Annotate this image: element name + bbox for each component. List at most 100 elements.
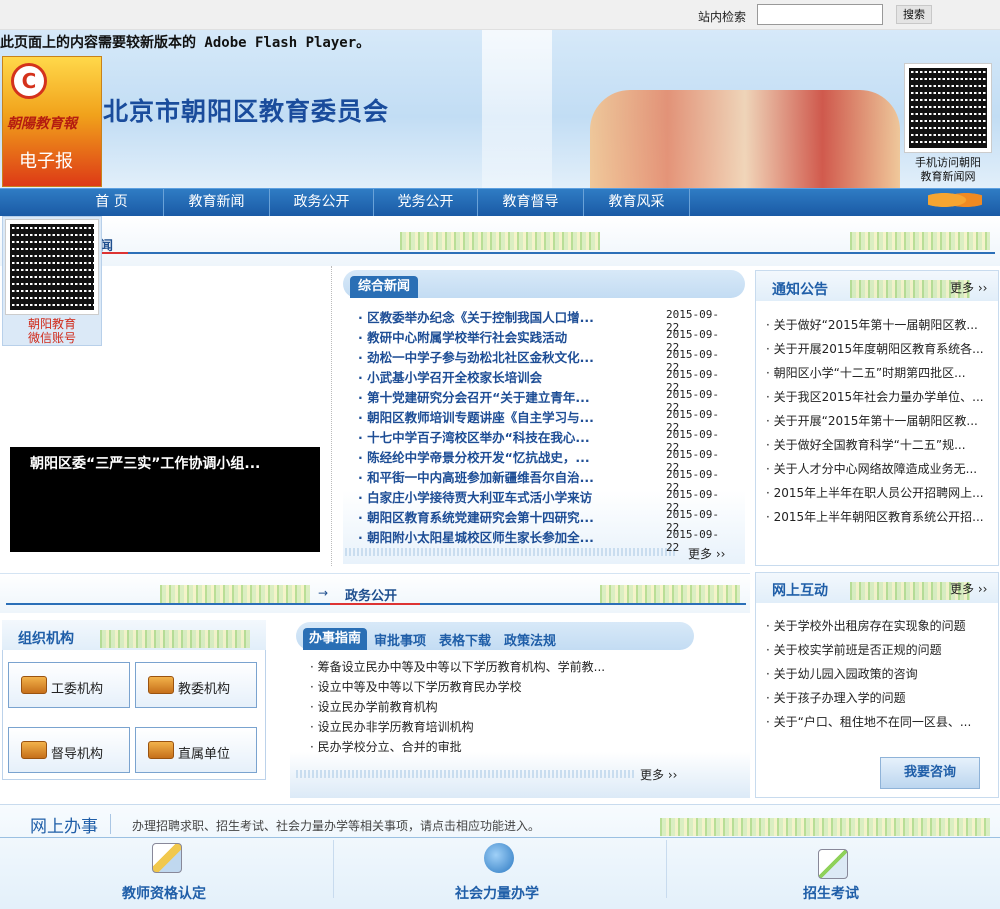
org-button-label: 工委机构	[51, 682, 104, 697]
news-item[interactable]: · 劲松一中学子参与劲松北社区金秋文化... 2015-09-22	[358, 347, 730, 374]
mobile-qr-caption-line1: 手机访问朝阳	[915, 156, 981, 169]
notice-item[interactable]: · 2015年上半年在职人员公开招聘网上...	[766, 484, 986, 501]
guide-item[interactable]: · 筹备设立民办中等及中等以下学历教育机构、学前教...	[310, 658, 610, 675]
news-item[interactable]: · 朝阳区教育系统党建研究会第十四研究... 2015-09-22	[358, 507, 730, 534]
nav-education-gallery[interactable]: 教育风采	[584, 189, 690, 217]
interact-item[interactable]: · 关于幼儿园入园政策的咨询	[766, 665, 986, 682]
org-button-label: 教委机构	[178, 682, 231, 697]
org-title: 组织机构	[18, 631, 74, 647]
news-item[interactable]: · 第十党建研究分会召开“关于建立青年... 2015-09-22	[358, 387, 730, 414]
news-item[interactable]: · 十七中学百子湾校区举办“科技在我心... 2015-09-22	[358, 427, 730, 454]
news-item-title[interactable]: · 教研中心附属学校举行社会实践活动	[358, 327, 614, 346]
document-pen-icon[interactable]	[152, 843, 182, 873]
notice-more-link[interactable]: 更多 ››	[950, 279, 987, 296]
org-button-supervision[interactable]: 督导机构	[8, 727, 130, 773]
notice-item[interactable]: · 关于开展2015年度朝阳区教育系统各...	[766, 340, 986, 357]
news-item-title[interactable]: · 朝阳区教师培训专题讲座《自主学习与...	[358, 407, 614, 426]
book-icon	[148, 741, 174, 759]
notice-item[interactable]: · 关于开展“2015年第十一届朝阳区教...	[766, 412, 986, 429]
section-underline-accent	[330, 603, 420, 605]
nav-government-affairs[interactable]: 政务公开	[270, 189, 374, 217]
search-label: 站内检索	[698, 10, 747, 24]
double-chevron-right-icon: ››	[977, 281, 988, 295]
exam-sheet-icon[interactable]	[818, 849, 848, 879]
nav-education-news[interactable]: 教育新闻	[164, 189, 270, 217]
news-item-title[interactable]: · 十七中学百子湾校区举办“科技在我心...	[358, 427, 614, 446]
interact-more-label: 更多	[950, 582, 975, 596]
guide-item[interactable]: · 设立民办学前教育机构	[310, 698, 610, 715]
epaper-link[interactable]: C 朝陽教育報 电子报	[2, 56, 102, 187]
interact-item[interactable]: · 关于校实学前班是否正规的问题	[766, 641, 986, 658]
wechat-qr-caption-line1: 朝阳教育	[27, 317, 76, 331]
notice-item[interactable]: · 2015年上半年朝阳区教育系统公开招...	[766, 508, 986, 525]
globe-user-icon[interactable]	[484, 843, 514, 873]
book-icon	[148, 676, 174, 694]
epaper-name: 朝陽教育報	[7, 116, 77, 132]
guide-item[interactable]: · 设立民办非学历教育培训机构	[310, 718, 610, 735]
divider	[666, 840, 667, 898]
news-item-title[interactable]: · 朝阳附小太阳星城校区师生家长参加全...	[358, 527, 614, 546]
book-icon	[21, 741, 47, 759]
notice-item[interactable]: · 关于做好全国教育科学“十二五”规...	[766, 436, 986, 453]
org-button-work-committee[interactable]: 工委机构	[8, 662, 130, 708]
news-item[interactable]: · 教研中心附属学校举行社会实践活动 2015-09-22	[358, 327, 730, 354]
org-button-label: 督导机构	[51, 747, 104, 762]
service-enrollment-exam[interactable]: 招生考试	[803, 883, 859, 903]
news-item-title[interactable]: · 白家庄小学接待贾大利亚车式活小学来访	[358, 487, 614, 506]
notice-more-label: 更多	[950, 281, 975, 295]
flash-notice: 此页面上的内容需要较新版本的 Adobe Flash Player。	[0, 35, 371, 51]
news-item-title[interactable]: · 区教委举办纪念《关于控制我国人口增...	[358, 307, 614, 326]
news-item[interactable]: · 小武基小学召开全校家长培训会 2015-09-22	[358, 367, 730, 394]
notice-item[interactable]: · 关于我区2015年社会力量办学单位、...	[766, 388, 986, 405]
tab-approval-items[interactable]: 审批事项	[374, 630, 426, 649]
guide-more-link[interactable]: 更多 ››	[640, 766, 677, 783]
service-teacher-certification[interactable]: 教师资格认定	[122, 883, 206, 903]
notice-item[interactable]: · 朝阳区小学“十二五”时期第四批区...	[766, 364, 986, 381]
interact-item[interactable]: · 关于学校外出租房存在实现象的问题	[766, 617, 986, 634]
notice-title: 通知公告	[772, 282, 828, 298]
grass-decoration	[100, 630, 250, 648]
news-item-title[interactable]: · 陈经纶中学帝景分校开发“忆抗战史，...	[358, 447, 614, 466]
search-input[interactable]	[757, 4, 883, 25]
grass-decoration	[400, 232, 600, 250]
nav-home[interactable]: 首 页	[60, 189, 164, 217]
news-item[interactable]: · 朝阳附小太阳星城校区师生家长参加全... 2015-09-22	[358, 527, 730, 554]
nav-education-supervision[interactable]: 教育督导	[478, 189, 584, 217]
news-item[interactable]: · 区教委举办纪念《关于控制我国人口增... 2015-09-22	[358, 307, 730, 334]
news-item[interactable]: · 陈经纶中学帝景分校开发“忆抗战史，... 2015-09-22	[358, 447, 730, 474]
grass-decoration	[160, 585, 310, 603]
children-photo	[590, 90, 900, 188]
tab-service-guide[interactable]: 办事指南	[303, 628, 367, 650]
guide-item[interactable]: · 民办学校分立、合并的审批	[310, 738, 610, 755]
news-item-title[interactable]: · 朝阳区教育系统党建研究会第十四研究...	[358, 507, 614, 526]
news-item[interactable]: · 白家庄小学接待贾大利亚车式活小学来访 2015-09-22	[358, 487, 730, 514]
divider	[110, 814, 111, 834]
news-item-title[interactable]: · 劲松一中学子参与劲松北社区金秋文化...	[358, 347, 614, 366]
org-button-affiliated-units[interactable]: 直属单位	[135, 727, 257, 773]
ask-question-button[interactable]: 我要咨询	[880, 757, 980, 789]
notice-item[interactable]: · 关于人才分中心网络故障造成业务无...	[766, 460, 986, 477]
main-nav: 首 页 教育新闻 政务公开 党务公开 教育督导 教育风采	[0, 188, 1000, 217]
interact-item[interactable]: · 关于“户口、租住地不在同一区县、...	[766, 713, 986, 730]
grass-decoration	[600, 585, 740, 603]
tab-form-download[interactable]: 表格下载	[439, 630, 491, 649]
news-item-title[interactable]: · 和平街一中内高班参加新疆维吾尔自治...	[358, 467, 614, 486]
slideshow-caption[interactable]: 朝阳区委“三严三实”工作协调小组...	[30, 453, 260, 473]
divider	[333, 840, 334, 898]
search-button[interactable]: 搜索	[896, 5, 932, 24]
section-title-gov[interactable]: 政务公开	[345, 585, 397, 604]
news-item[interactable]: · 朝阳区教师培训专题讲座《自主学习与... 2015-09-22	[358, 407, 730, 434]
news-item-title[interactable]: · 小武基小学召开全校家长培训会	[358, 367, 614, 386]
notice-item[interactable]: · 关于做好“2015年第十一届朝阳区教...	[766, 316, 986, 333]
news-item-title[interactable]: · 第十党建研究分会召开“关于建立青年...	[358, 387, 614, 406]
tab-general-news[interactable]: 综合新闻	[350, 276, 418, 298]
butterfly-icon	[928, 188, 982, 212]
guide-item[interactable]: · 设立中等及中等以下学历教育民办学校	[310, 678, 610, 695]
interact-more-link[interactable]: 更多 ››	[950, 580, 987, 597]
tab-policies-laws[interactable]: 政策法规	[504, 630, 556, 649]
nav-party-affairs[interactable]: 党务公开	[374, 189, 478, 217]
news-item[interactable]: · 和平街一中内高班参加新疆维吾尔自治... 2015-09-22	[358, 467, 730, 494]
service-social-education[interactable]: 社会力量办学	[455, 883, 539, 903]
interact-item[interactable]: · 关于孩子办理入学的问题	[766, 689, 986, 706]
org-button-education-committee[interactable]: 教委机构	[135, 662, 257, 708]
